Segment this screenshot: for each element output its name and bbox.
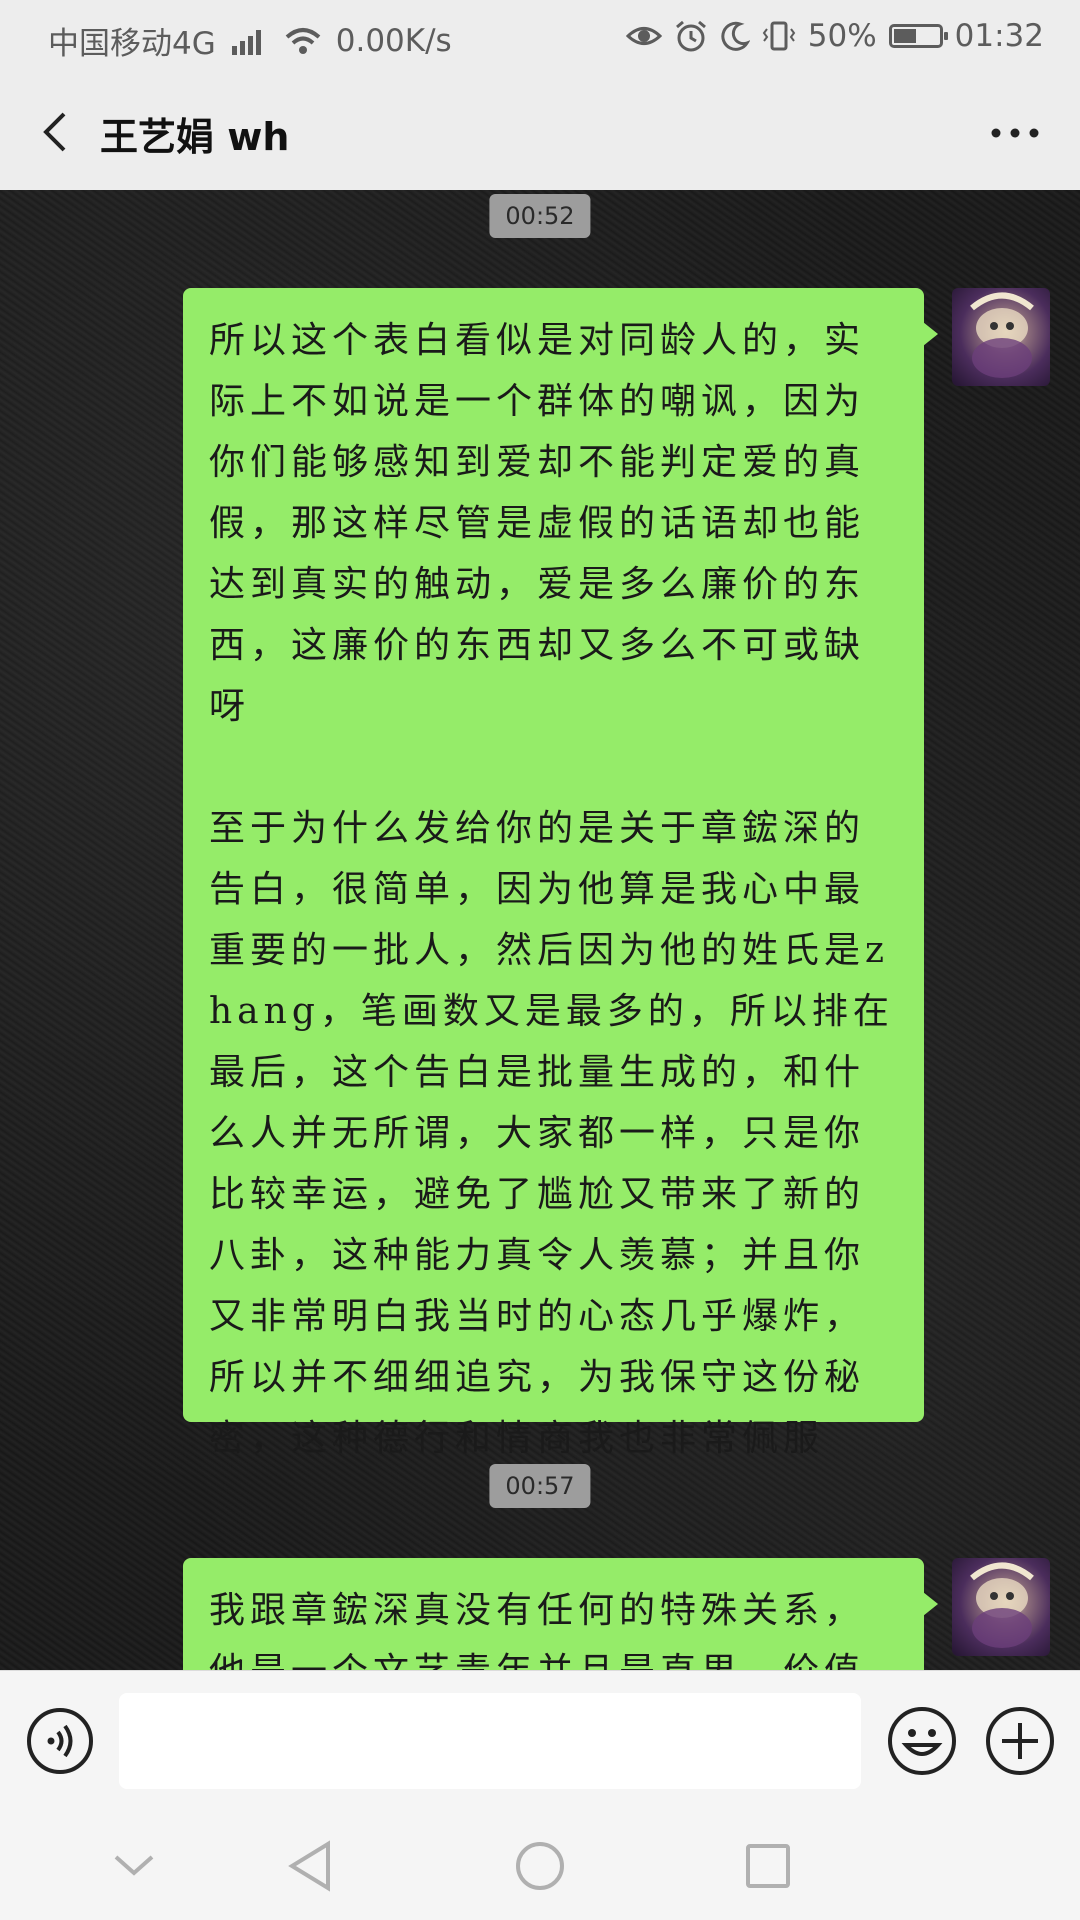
avatar-image (970, 1562, 1034, 1648)
message-timestamp: 00:52 (489, 194, 591, 238)
nav-home-button[interactable] (510, 1836, 570, 1896)
battery-percent: 50% (807, 18, 877, 54)
battery-icon (888, 24, 948, 48)
chat-header: 王艺娟 wh (0, 76, 1080, 191)
back-button[interactable] (28, 104, 84, 160)
avatar[interactable] (952, 1558, 1050, 1656)
status-left: 中国移动4G 0.00K/s (48, 18, 452, 63)
network-speed: 0.00K/s (335, 22, 452, 59)
status-right: 50% 01:32 (625, 18, 1044, 54)
message-bubble[interactable]: 我跟章鋐深真没有任何的特殊关系，他是一个文艺青年并且是直男，价值观非 (183, 1558, 938, 1670)
nav-back-button[interactable] (280, 1836, 340, 1896)
message-input[interactable] (119, 1693, 861, 1789)
clock: 01:32 (954, 18, 1044, 54)
vibrate-icon (762, 20, 796, 52)
emoji-icon (888, 1707, 956, 1775)
chevron-down-icon (114, 1855, 154, 1876)
message-timestamp: 00:57 (489, 1464, 591, 1508)
status-bar: 中国移动4G 0.00K/s 50% 01:32 (0, 0, 1080, 76)
more-options-button[interactable] (980, 106, 1050, 160)
avatar-image (970, 292, 1034, 378)
eye-icon (625, 21, 662, 51)
square-recents-icon (746, 1844, 790, 1888)
signal-icon (230, 26, 270, 56)
plus-icon (986, 1707, 1054, 1775)
back-arrow-icon (43, 112, 66, 152)
more-dots-icon (991, 128, 1039, 138)
voice-icon (27, 1708, 93, 1774)
alarm-icon (674, 20, 708, 52)
triangle-back-icon (288, 1840, 330, 1892)
nav-hide-button[interactable] (104, 1836, 164, 1896)
more-functions-button[interactable] (984, 1705, 1056, 1777)
nav-recents-button[interactable] (738, 1836, 798, 1896)
avatar[interactable] (952, 288, 1050, 386)
moon-icon (720, 21, 750, 51)
chat-area[interactable]: 00:52 所以这个表白看似是对同龄人的，实际上不如说是一个群体的嘲讽，因为你们… (0, 190, 1080, 1670)
battery-level (893, 29, 916, 43)
wifi-icon (284, 26, 322, 56)
message-bubble[interactable]: 所以这个表白看似是对同龄人的，实际上不如说是一个群体的嘲讽，因为你们能够感知到爱… (183, 288, 938, 1459)
carrier-label: 中国移动4G (48, 26, 216, 62)
chat-title: 王艺娟 wh (100, 115, 290, 159)
system-nav-bar (0, 1810, 1080, 1920)
emoji-button[interactable] (886, 1705, 958, 1777)
input-bar (0, 1670, 1080, 1811)
voice-button[interactable] (26, 1707, 94, 1775)
circle-home-icon (516, 1842, 564, 1890)
